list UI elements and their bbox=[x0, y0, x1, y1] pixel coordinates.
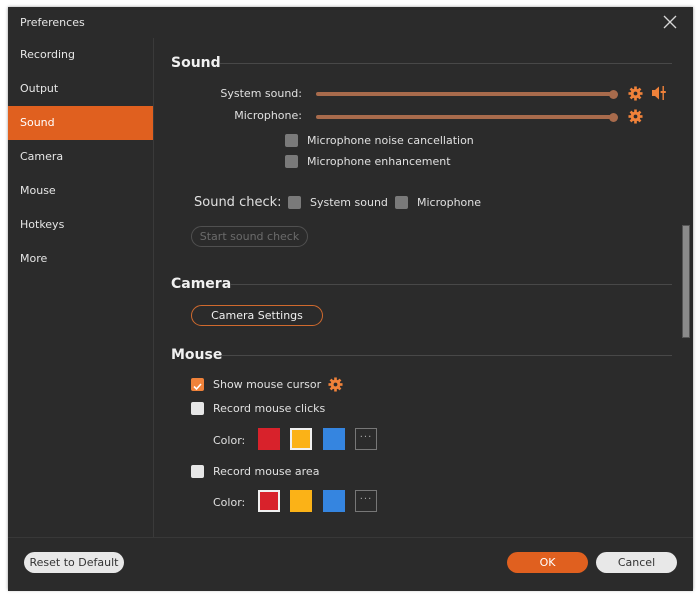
area-color-yellow-swatch[interactable] bbox=[290, 490, 312, 512]
sidebar-item-sound[interactable]: Sound bbox=[8, 106, 153, 140]
cursor-settings-gear-icon[interactable] bbox=[328, 377, 343, 392]
check-microphone-label: Microphone bbox=[417, 196, 482, 209]
area-more-colors-button[interactable]: ··· bbox=[355, 490, 377, 512]
dialog-footer: Reset to Default OK Cancel bbox=[8, 537, 693, 591]
camera-divider bbox=[230, 284, 672, 285]
mouse-section-title: Mouse bbox=[171, 347, 223, 363]
record-clicks-label: Record mouse clicks bbox=[213, 402, 326, 415]
area-color-label: Color: bbox=[213, 496, 246, 509]
clicks-color-label: Color: bbox=[213, 434, 246, 447]
slider-handle[interactable] bbox=[609, 112, 618, 122]
system-sound-slider[interactable] bbox=[316, 89, 618, 99]
clicks-more-colors-button[interactable]: ··· bbox=[355, 428, 377, 450]
noise-cancellation-checkbox[interactable] bbox=[285, 134, 298, 147]
record-area-label: Record mouse area bbox=[213, 465, 320, 478]
camera-section-title: Camera bbox=[171, 276, 232, 292]
title-bar: Preferences bbox=[8, 7, 693, 38]
clicks-color-blue-swatch[interactable] bbox=[323, 428, 345, 450]
ok-button[interactable]: OK bbox=[507, 552, 588, 573]
close-icon[interactable] bbox=[663, 15, 677, 29]
clicks-color-red-swatch[interactable] bbox=[258, 428, 280, 450]
enhancement-label: Microphone enhancement bbox=[307, 155, 451, 168]
system-sound-settings-gear-icon[interactable] bbox=[628, 86, 643, 101]
check-system-sound-label: System sound bbox=[310, 196, 388, 209]
area-color-red-swatch[interactable] bbox=[258, 490, 280, 512]
checkmark-icon bbox=[193, 383, 202, 391]
camera-settings-button[interactable]: Camera Settings bbox=[191, 305, 323, 326]
sidebar: Recording Output Sound Camera Mouse Hotk… bbox=[8, 38, 154, 537]
check-microphone-checkbox[interactable] bbox=[395, 196, 408, 209]
window-title: Preferences bbox=[20, 16, 85, 29]
sound-check-label: Sound check: bbox=[194, 195, 282, 210]
system-sound-label: System sound: bbox=[220, 87, 302, 100]
start-sound-check-button[interactable]: Start sound check bbox=[191, 226, 308, 247]
show-cursor-label: Show mouse cursor bbox=[213, 378, 322, 391]
show-cursor-checkbox[interactable] bbox=[191, 378, 204, 391]
speaker-mixer-icon[interactable] bbox=[651, 85, 667, 101]
microphone-settings-gear-icon[interactable] bbox=[628, 109, 643, 124]
preferences-dialog: Preferences Recording Output Sound Camer… bbox=[8, 7, 693, 591]
cancel-button[interactable]: Cancel bbox=[596, 552, 677, 573]
clicks-color-yellow-swatch[interactable] bbox=[290, 428, 312, 450]
sidebar-item-more[interactable]: More bbox=[8, 242, 153, 276]
area-color-blue-swatch[interactable] bbox=[323, 490, 345, 512]
sound-divider bbox=[220, 63, 672, 64]
noise-cancellation-label: Microphone noise cancellation bbox=[307, 134, 474, 147]
settings-content: Sound System sound: Microphone: Micropho… bbox=[154, 38, 693, 537]
vertical-scrollbar[interactable] bbox=[682, 225, 690, 338]
slider-handle[interactable] bbox=[609, 89, 618, 99]
microphone-label: Microphone: bbox=[234, 109, 302, 122]
record-area-checkbox[interactable] bbox=[191, 465, 204, 478]
mouse-divider bbox=[221, 355, 672, 356]
microphone-slider[interactable] bbox=[316, 112, 618, 122]
record-clicks-checkbox[interactable] bbox=[191, 402, 204, 415]
check-system-sound-checkbox[interactable] bbox=[288, 196, 301, 209]
sidebar-item-recording[interactable]: Recording bbox=[8, 38, 153, 72]
sidebar-item-hotkeys[interactable]: Hotkeys bbox=[8, 208, 153, 242]
sidebar-item-mouse[interactable]: Mouse bbox=[8, 174, 153, 208]
enhancement-checkbox[interactable] bbox=[285, 155, 298, 168]
reset-to-default-button[interactable]: Reset to Default bbox=[24, 552, 124, 573]
sidebar-item-camera[interactable]: Camera bbox=[8, 140, 153, 174]
sound-section-title: Sound bbox=[171, 55, 221, 71]
sidebar-item-output[interactable]: Output bbox=[8, 72, 153, 106]
